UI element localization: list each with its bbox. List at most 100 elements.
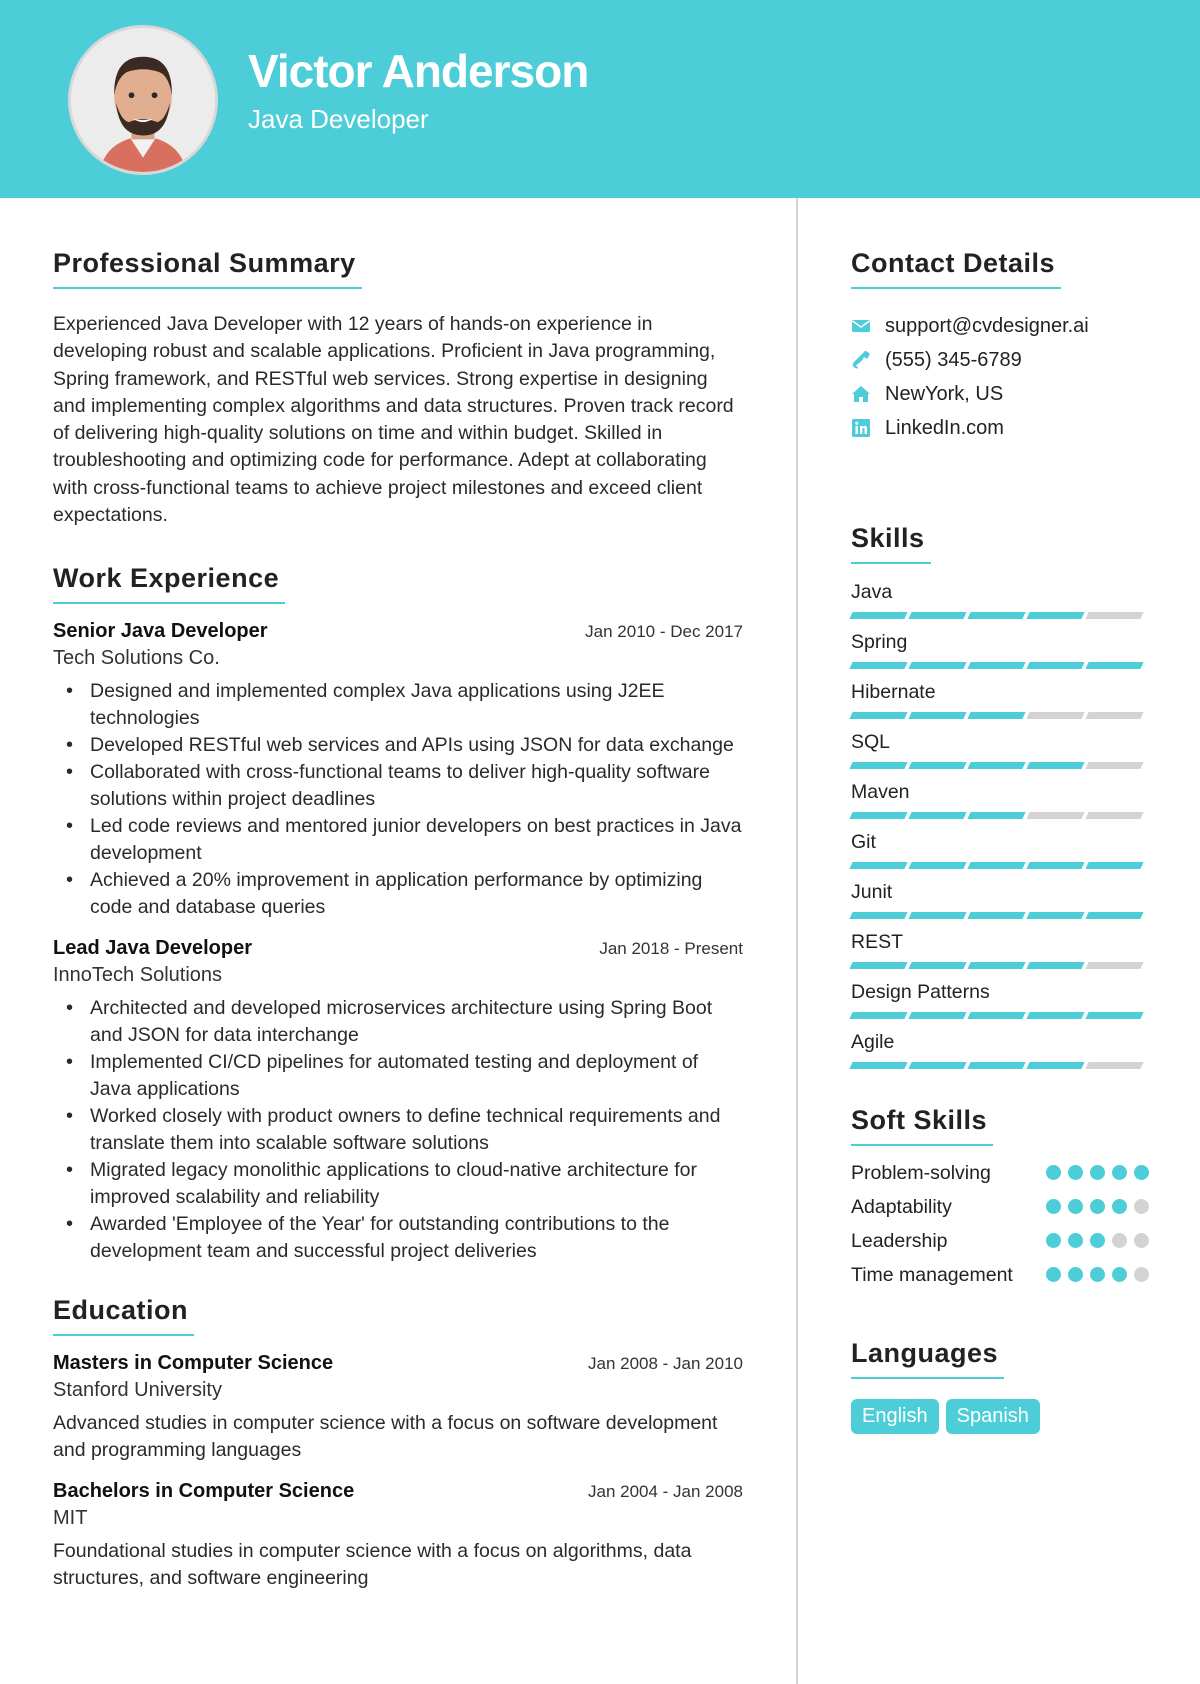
rating-segment-empty xyxy=(1085,712,1144,719)
skill-item: Git xyxy=(849,828,1151,869)
rating-segment-filled xyxy=(908,712,967,719)
rating-segment-filled xyxy=(967,1062,1026,1069)
resume-header: Victor Anderson Java Developer xyxy=(0,0,1200,198)
soft-skill-item: Time management xyxy=(851,1262,1151,1288)
company-name: Tech Solutions Co. xyxy=(53,647,220,670)
job-bullet: Designed and implemented complex Java ap… xyxy=(53,678,743,732)
rating-dot-filled xyxy=(1090,1199,1105,1214)
rating-segment-empty xyxy=(1085,612,1144,619)
job-bullets: Designed and implemented complex Java ap… xyxy=(53,678,743,921)
languages-section: Languages English Spanish xyxy=(851,1338,1151,1434)
job-bullet: Worked closely with product owners to de… xyxy=(53,1103,743,1157)
rating-dot-filled xyxy=(1068,1233,1083,1248)
degree-title: Bachelors in Computer Science xyxy=(53,1480,355,1503)
rating-segment-filled xyxy=(849,662,908,669)
rating-segment-filled xyxy=(908,912,967,919)
job-bullet: Awarded 'Employee of the Year' for outst… xyxy=(53,1211,743,1265)
education-entry: Bachelors in Computer Science Jan 2004 - … xyxy=(53,1480,743,1592)
contact-text[interactable]: LinkedIn.com xyxy=(885,417,1004,440)
rating-dot-empty xyxy=(1134,1267,1149,1282)
skill-rating-bar xyxy=(849,1062,1151,1069)
rating-dot-filled xyxy=(1046,1233,1061,1248)
rating-segment-filled xyxy=(908,962,967,969)
phone-icon xyxy=(851,350,871,370)
rating-dot-filled xyxy=(1090,1233,1105,1248)
contact-section: Contact Details support@cvdesigner.ai (55… xyxy=(851,248,1151,445)
rating-segment-filled xyxy=(967,912,1026,919)
school-name: MIT xyxy=(53,1507,88,1530)
rating-dot-filled xyxy=(1046,1267,1061,1282)
skill-rating-bar xyxy=(849,762,1151,769)
skill-name: Java xyxy=(851,581,893,603)
education-heading: Education xyxy=(53,1295,195,1337)
soft-skill-name: Problem-solving xyxy=(851,1162,991,1184)
skill-rating-bar xyxy=(849,1012,1151,1019)
rating-segment-filled xyxy=(908,612,967,619)
soft-skill-item: Adaptability xyxy=(851,1194,1151,1220)
skill-item: Hibernate xyxy=(849,678,1151,719)
rating-segment-filled xyxy=(967,862,1026,869)
contact-text[interactable]: support@cvdesigner.ai xyxy=(885,315,1089,338)
rating-segment-empty xyxy=(1085,1062,1144,1069)
experience-section: Work Experience Senior Java Developer Jan… xyxy=(53,563,743,1265)
job-bullet: Implemented CI/CD pipelines for automate… xyxy=(53,1049,743,1103)
rating-segment-filled xyxy=(967,662,1026,669)
profile-photo xyxy=(68,25,218,175)
job-header: Lead Java Developer Jan 2018 - Present xyxy=(53,937,743,960)
rating-segment-filled xyxy=(1026,612,1085,619)
rating-dot-filled xyxy=(1068,1267,1083,1282)
rating-dot-filled xyxy=(1046,1199,1061,1214)
rating-segment-filled xyxy=(908,1062,967,1069)
rating-segment-filled xyxy=(1085,1012,1144,1019)
skill-item: SQL xyxy=(849,728,1151,769)
skill-rating-bar xyxy=(849,662,1151,669)
rating-segment-filled xyxy=(849,1012,908,1019)
job-title: Senior Java Developer xyxy=(53,620,268,643)
skill-rating-bar xyxy=(849,812,1151,819)
rating-segment-filled xyxy=(849,862,908,869)
job-header: Senior Java Developer Jan 2010 - Dec 2017 xyxy=(53,620,743,643)
candidate-name: Victor Anderson xyxy=(248,45,589,97)
rating-segment-filled xyxy=(849,612,908,619)
rating-segment-filled xyxy=(967,712,1026,719)
rating-segment-empty xyxy=(1085,962,1144,969)
sidebar-column: Contact Details support@cvdesigner.ai (55… xyxy=(849,248,1151,1468)
rating-segment-filled xyxy=(967,962,1026,969)
skill-name: REST xyxy=(851,931,904,953)
education-header: Bachelors in Computer Science Jan 2004 - … xyxy=(53,1480,743,1503)
skills-section: Skills Java Spring Hibernate SQL Maven Git Jun… xyxy=(849,523,1151,1069)
job-bullet: Migrated legacy monolithic applications … xyxy=(53,1157,743,1211)
rating-segment-filled xyxy=(908,812,967,819)
job-bullet: Architected and developed microservices … xyxy=(53,995,743,1049)
rating-segment-filled xyxy=(967,612,1026,619)
rating-segment-filled xyxy=(908,1012,967,1019)
soft-skill-name: Leadership xyxy=(851,1230,948,1252)
contact-item: LinkedIn.com xyxy=(851,411,1151,445)
language-badge: Spanish xyxy=(945,1399,1040,1434)
rating-segment-filled xyxy=(1026,662,1085,669)
rating-segment-empty xyxy=(1085,762,1144,769)
contact-item: NewYork, US xyxy=(851,377,1151,411)
skill-item: Junit xyxy=(849,878,1151,919)
education-description: Foundational studies in computer science… xyxy=(53,1540,692,1590)
rating-segment-filled xyxy=(1085,862,1144,869)
rating-dot-empty xyxy=(1134,1233,1149,1248)
rating-segment-filled xyxy=(1026,912,1085,919)
rating-segment-filled xyxy=(1026,1062,1085,1069)
soft-skills-heading: Soft Skills xyxy=(851,1105,994,1146)
candidate-title: Java Developer xyxy=(248,104,429,134)
home-icon xyxy=(851,384,871,404)
rating-dot-filled xyxy=(1134,1165,1149,1180)
skill-item: Java xyxy=(849,578,1151,619)
skill-name: SQL xyxy=(851,731,891,753)
rating-segment-filled xyxy=(1026,1012,1085,1019)
rating-dot-filled xyxy=(1112,1267,1127,1282)
rating-segment-filled xyxy=(849,912,908,919)
education-description: Advanced studies in computer science wit… xyxy=(53,1412,718,1462)
main-column: Professional Summary Experienced Java De… xyxy=(53,248,743,1626)
job-bullet: Achieved a 20% improvement in applicatio… xyxy=(53,867,743,921)
soft-skill-rating xyxy=(1046,1165,1149,1180)
job-bullet: Led code reviews and mentored junior dev… xyxy=(53,813,743,867)
language-badge: English xyxy=(851,1399,939,1434)
skill-item: Design Patterns xyxy=(849,978,1151,1019)
